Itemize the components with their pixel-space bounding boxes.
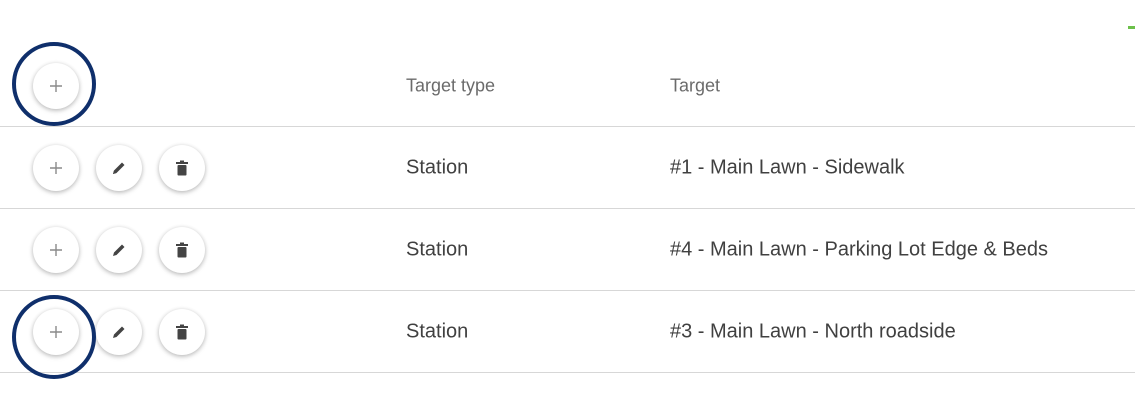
plus-icon — [50, 243, 62, 256]
column-header-target[interactable]: Target — [670, 75, 720, 96]
row-actions — [33, 308, 205, 355]
delete-button[interactable] — [159, 226, 205, 273]
plus-icon — [50, 79, 62, 92]
accent-mark — [1128, 26, 1135, 29]
trash-icon — [176, 160, 188, 175]
edit-button[interactable] — [96, 308, 142, 355]
plus-icon — [50, 325, 62, 338]
target-cell: #1 - Main Lawn - Sidewalk — [670, 156, 905, 178]
table-header-row: Target type Target — [0, 45, 1135, 127]
edit-button[interactable] — [96, 144, 142, 191]
target-type-cell: Station — [406, 320, 469, 342]
pencil-icon — [113, 162, 125, 174]
target-cell: #4 - Main Lawn - Parking Lot Edge & Beds — [670, 238, 1048, 260]
trash-icon — [176, 242, 188, 257]
table-row: Station #4 - Main Lawn - Parking Lot Edg… — [0, 209, 1135, 291]
targets-table: Target type Target Station #1 - Main Law… — [0, 45, 1135, 373]
delete-button[interactable] — [159, 144, 205, 191]
target-type-cell: Station — [406, 238, 469, 260]
add-button[interactable] — [33, 226, 79, 273]
column-header-target-type[interactable]: Target type — [406, 75, 495, 96]
add-button[interactable] — [33, 308, 79, 355]
target-cell: #3 - Main Lawn - North roadside — [670, 320, 956, 342]
table-row: Station #1 - Main Lawn - Sidewalk — [0, 127, 1135, 209]
edit-button[interactable] — [96, 226, 142, 273]
trash-icon — [176, 324, 188, 339]
target-type-cell: Station — [406, 156, 469, 178]
add-button[interactable] — [33, 144, 79, 191]
pencil-icon — [113, 326, 125, 338]
header-actions — [33, 62, 79, 109]
table-row: Station #3 - Main Lawn - North roadside — [0, 291, 1135, 373]
delete-button[interactable] — [159, 308, 205, 355]
plus-icon — [50, 161, 62, 174]
add-target-button[interactable] — [33, 62, 79, 109]
row-actions — [33, 144, 205, 191]
pencil-icon — [113, 244, 125, 256]
row-actions — [33, 226, 205, 273]
